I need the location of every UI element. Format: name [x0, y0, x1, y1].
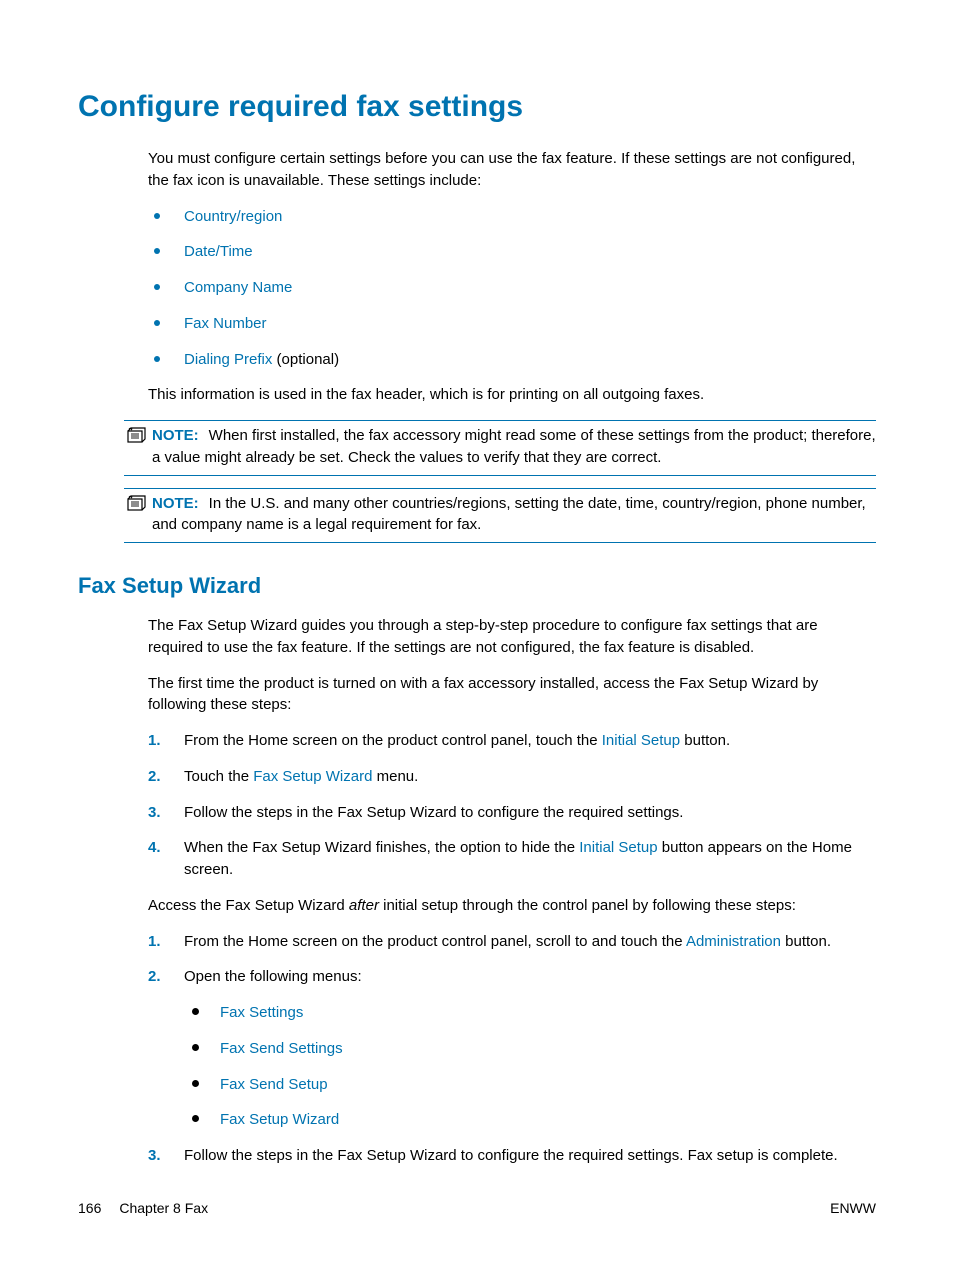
list-item: Fax Number	[148, 313, 876, 335]
page-footer: 166 Chapter 8 Fax ENWW	[78, 1200, 876, 1216]
step-text: button.	[781, 933, 831, 950]
step-text: Open the following menus:	[184, 968, 362, 985]
ui-reference: Fax Send Settings	[220, 1040, 343, 1057]
step-text: When the Fax Setup Wizard finishes, the …	[184, 839, 579, 856]
after-initial-paragraph: Access the Fax Setup Wizard after initia…	[148, 895, 876, 917]
step-text: button.	[680, 732, 730, 749]
step-text: Follow the steps in the Fax Setup Wizard…	[184, 804, 683, 821]
setting-link: Company Name	[184, 279, 292, 296]
header-info-paragraph: This information is used in the fax head…	[148, 384, 876, 406]
chapter-label: Chapter 8 Fax	[119, 1200, 208, 1216]
list-item: Country/region	[148, 206, 876, 228]
ui-reference: Administration	[686, 933, 781, 950]
list-item: Date/Time	[148, 241, 876, 263]
ui-reference: Fax Send Setup	[220, 1076, 328, 1093]
step-item: Touch the Fax Setup Wizard menu.	[148, 766, 876, 788]
step-text: Follow the steps in the Fax Setup Wizard…	[184, 1147, 838, 1164]
wizard-content: The Fax Setup Wizard guides you through …	[148, 615, 876, 1167]
setting-link: Date/Time	[184, 243, 253, 260]
step-item: When the Fax Setup Wizard finishes, the …	[148, 837, 876, 881]
text-run: Access the Fax Setup Wizard	[148, 897, 349, 914]
setting-link: Dialing Prefix	[184, 351, 272, 368]
list-item: Fax Send Setup	[184, 1074, 876, 1096]
setting-link: Country/region	[184, 208, 282, 225]
page-title: Configure required fax settings	[78, 90, 876, 124]
section-heading: Fax Setup Wizard	[78, 573, 876, 599]
step-item: From the Home screen on the product cont…	[148, 730, 876, 752]
steps-list-after: From the Home screen on the product cont…	[148, 931, 876, 1167]
note-label: NOTE:	[152, 495, 199, 512]
ui-reference: Fax Setup Wizard	[253, 768, 372, 785]
ui-reference: Initial Setup	[602, 732, 680, 749]
step-text: From the Home screen on the product cont…	[184, 933, 686, 950]
steps-list-first: From the Home screen on the product cont…	[148, 730, 876, 881]
note-body: NOTE:In the U.S. and many other countrie…	[152, 493, 876, 537]
page-number: 166	[78, 1200, 101, 1216]
settings-list: Country/region Date/Time Company Name Fa…	[148, 206, 876, 371]
note-callout: NOTE:When first installed, the fax acces…	[124, 420, 876, 476]
wizard-intro: The Fax Setup Wizard guides you through …	[148, 615, 876, 659]
step-text: menu.	[372, 768, 418, 785]
note-label: NOTE:	[152, 427, 199, 444]
step-text: From the Home screen on the product cont…	[184, 732, 602, 749]
ui-reference: Fax Settings	[220, 1004, 303, 1021]
wizard-first-time: The first time the product is turned on …	[148, 673, 876, 717]
footer-right: ENWW	[830, 1200, 876, 1216]
list-item: Fax Send Settings	[184, 1038, 876, 1060]
list-item: Fax Settings	[184, 1002, 876, 1024]
menu-list: Fax Settings Fax Send Settings Fax Send …	[184, 1002, 876, 1131]
italic-text: after	[349, 897, 379, 914]
list-item: Company Name	[148, 277, 876, 299]
list-item: Dialing Prefix (optional)	[148, 349, 876, 371]
note-text: When first installed, the fax accessory …	[152, 427, 876, 466]
note-icon	[124, 493, 148, 537]
setting-link: Fax Number	[184, 315, 267, 332]
step-text: Touch the	[184, 768, 253, 785]
body-content: You must configure certain settings befo…	[148, 148, 876, 543]
list-item-tail: (optional)	[272, 351, 339, 368]
note-callout: NOTE:In the U.S. and many other countrie…	[124, 488, 876, 544]
ui-reference: Fax Setup Wizard	[220, 1111, 339, 1128]
intro-paragraph: You must configure certain settings befo…	[148, 148, 876, 192]
text-run: initial setup through the control panel …	[379, 897, 796, 914]
ui-reference: Initial Setup	[579, 839, 657, 856]
list-item: Fax Setup Wizard	[184, 1109, 876, 1131]
document-page: Configure required fax settings You must…	[0, 0, 954, 1270]
note-body: NOTE:When first installed, the fax acces…	[152, 425, 876, 469]
step-item: Open the following menus: Fax Settings F…	[148, 966, 876, 1131]
step-item: Follow the steps in the Fax Setup Wizard…	[148, 1145, 876, 1167]
step-item: Follow the steps in the Fax Setup Wizard…	[148, 802, 876, 824]
note-icon	[124, 425, 148, 469]
note-text: In the U.S. and many other countries/reg…	[152, 495, 866, 534]
step-item: From the Home screen on the product cont…	[148, 931, 876, 953]
